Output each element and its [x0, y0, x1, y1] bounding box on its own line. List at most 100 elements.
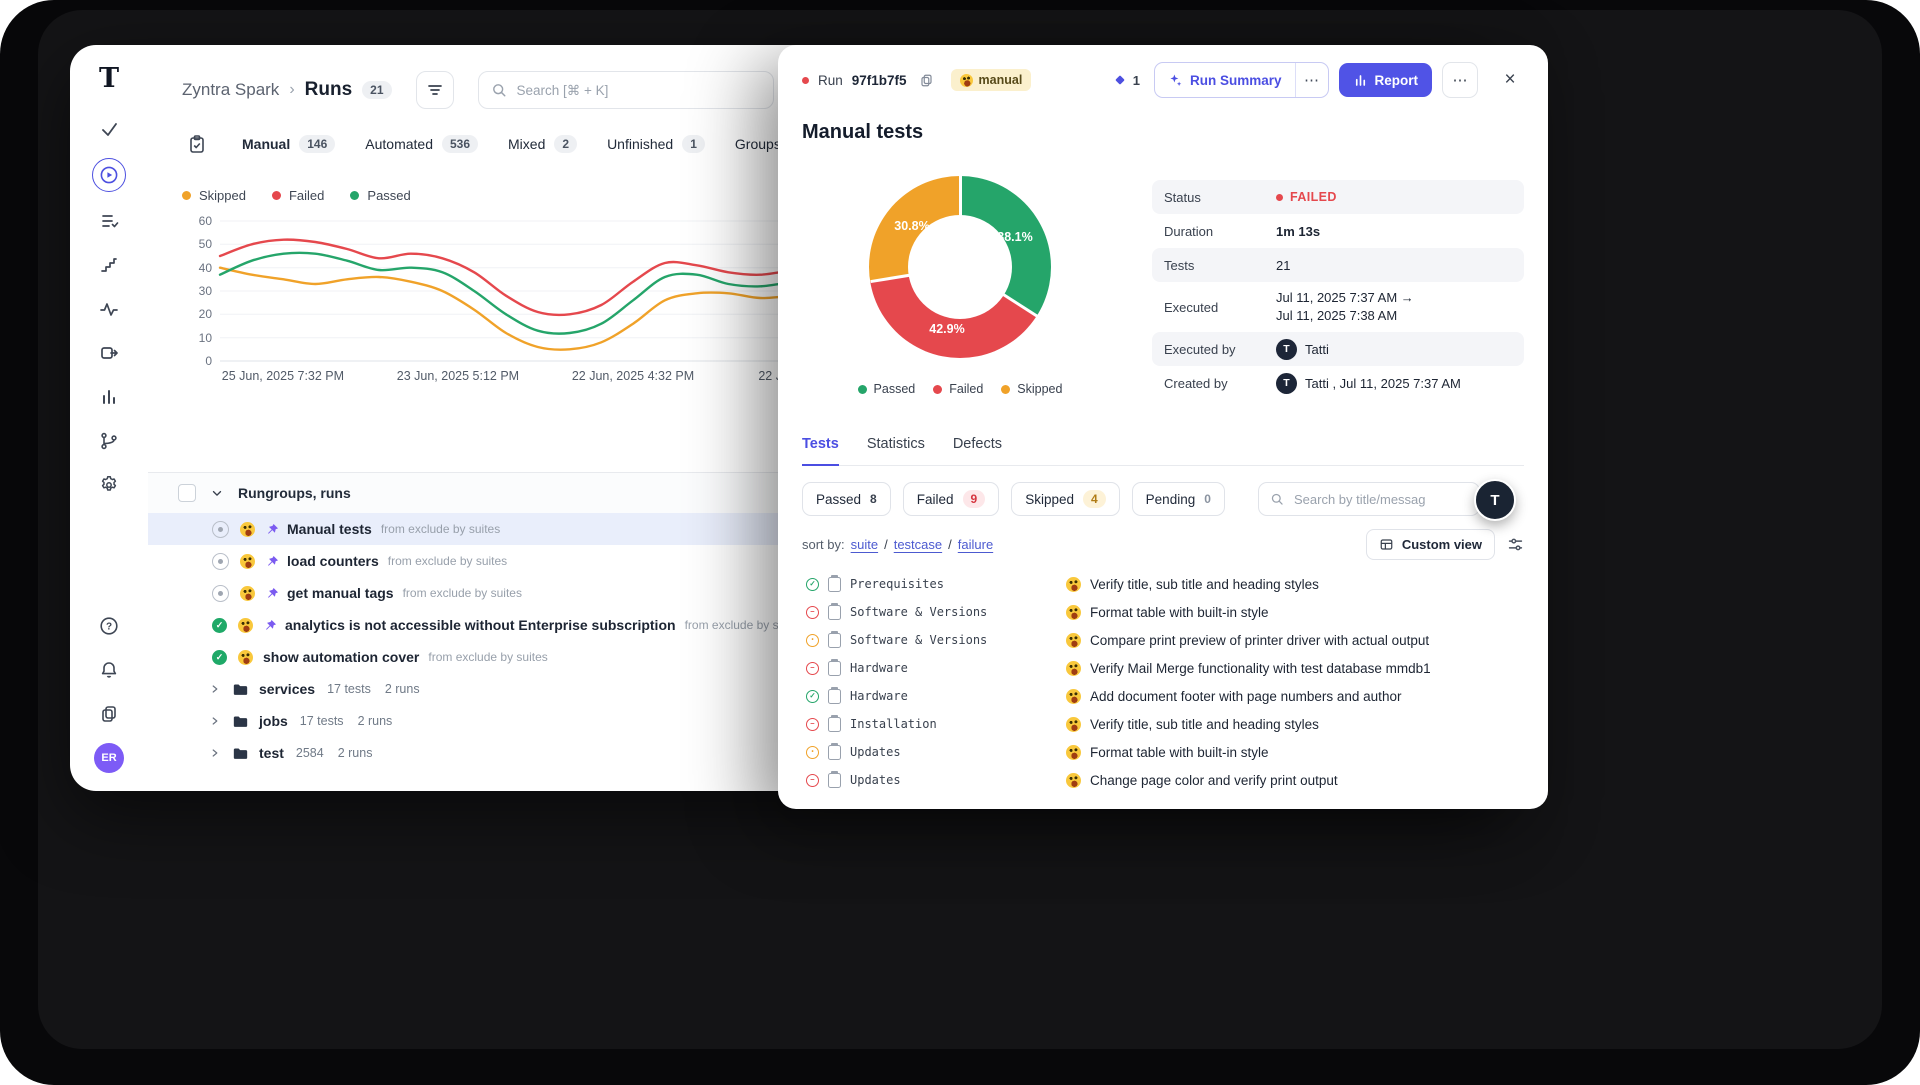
case-cell[interactable]: Verify title, sub title and heading styl… [1058, 717, 1319, 732]
chevron-right-icon[interactable] [208, 715, 222, 727]
tests-search[interactable] [1258, 482, 1480, 516]
zany-face-emoji [240, 586, 255, 601]
tab-automated[interactable]: Automated536 [365, 135, 478, 153]
tab-unfinished[interactable]: Unfinished1 [607, 135, 705, 153]
legend-skipped[interactable]: Skipped [182, 188, 246, 203]
chip-pending[interactable]: Pending0 [1132, 482, 1225, 516]
zany-face-emoji [1066, 577, 1081, 592]
chevron-right-icon[interactable] [208, 747, 222, 759]
test-row[interactable]: Software & Versions Compare print previe… [802, 626, 1524, 654]
tab-tests[interactable]: Tests [802, 436, 839, 466]
app-logo[interactable]: T [99, 63, 119, 94]
clipboard-icon [828, 773, 841, 788]
test-row[interactable]: Software & Versions Format table with bu… [802, 598, 1524, 626]
tests-search-input[interactable] [1292, 491, 1468, 508]
sort-link-failure[interactable]: failure [958, 537, 993, 552]
zany-face-emoji [1066, 633, 1081, 648]
avatar: T [1276, 373, 1297, 394]
export-icon[interactable] [94, 338, 124, 368]
chip-passed[interactable]: Passed8 [802, 482, 891, 516]
bar-chart-icon[interactable] [94, 382, 124, 412]
case-cell[interactable]: Format table with built-in style [1058, 605, 1269, 620]
test-row[interactable]: Hardware Add document footer with page n… [802, 682, 1524, 710]
copy-icon[interactable] [919, 73, 934, 88]
select-all-checkbox[interactable] [178, 484, 196, 502]
pin-icon[interactable] [265, 522, 279, 536]
tab-statistics[interactable]: Statistics [867, 436, 925, 465]
close-button[interactable]: × [1496, 66, 1524, 94]
legend-passed[interactable]: Passed [350, 188, 410, 203]
breadcrumb-brand[interactable]: Zyntra Spark [182, 80, 279, 100]
credits-indicator[interactable]: 1 [1113, 73, 1140, 88]
pages-icon[interactable] [94, 699, 124, 729]
legend-failed[interactable]: Failed [272, 188, 324, 203]
test-row[interactable]: Installation Verify title, sub title and… [802, 710, 1524, 738]
suite-cell: Updates [802, 773, 1058, 788]
y-tick: 50 [199, 238, 212, 250]
report-button[interactable]: Report [1339, 63, 1433, 97]
chevron-down-icon[interactable] [210, 486, 224, 500]
clipboard-icon [828, 661, 841, 676]
user-avatar[interactable]: ER [94, 743, 124, 773]
sliders-icon[interactable] [1507, 536, 1524, 553]
search-input[interactable] [515, 82, 761, 99]
passed-dot [350, 191, 359, 200]
clipboard-icon [828, 745, 841, 760]
assistant-widget-button[interactable]: T [1474, 479, 1516, 521]
more-options-button[interactable]: ⋯ [1442, 62, 1478, 98]
filter-chips-row: Passed8 Failed9 Skipped4 Pending0 T [802, 482, 1524, 516]
activity-icon[interactable] [94, 294, 124, 324]
bell-icon[interactable] [94, 655, 124, 685]
donut-slice-label: 42.9% [929, 322, 964, 336]
chevron-right-icon[interactable] [208, 683, 222, 695]
case-cell[interactable]: Verify Mail Merge functionality with tes… [1058, 661, 1431, 676]
run-from-label: from exclude by suites [381, 522, 500, 536]
test-row[interactable]: Updates Change page color and verify pri… [802, 766, 1524, 794]
steps-icon[interactable] [94, 250, 124, 280]
case-cell[interactable]: Compare print preview of printer driver … [1058, 633, 1429, 648]
case-cell[interactable]: Verify title, sub title and heading styl… [1058, 577, 1319, 592]
drawer-tabs: Tests Statistics Defects [802, 436, 1524, 466]
manual-tag[interactable]: manual [951, 69, 1032, 91]
run-title: Manual tests [287, 521, 372, 537]
passed-dot [858, 385, 867, 394]
tab-mixed[interactable]: Mixed2 [508, 135, 577, 153]
filter-button[interactable] [416, 71, 454, 109]
test-row[interactable]: Prerequisites Verify title, sub title an… [802, 570, 1524, 598]
sort-link-testcase[interactable]: testcase [894, 537, 942, 552]
branch-icon[interactable] [94, 426, 124, 456]
legend-passed: Passed [858, 382, 916, 396]
check-icon[interactable] [94, 114, 124, 144]
y-tick: 30 [199, 285, 212, 297]
runs-play-icon[interactable] [92, 158, 126, 192]
gear-icon[interactable] [94, 470, 124, 500]
chip-skipped[interactable]: Skipped4 [1011, 482, 1119, 516]
test-row[interactable]: Hardware Verify Mail Merge functionality… [802, 654, 1524, 682]
case-cell[interactable]: Change page color and verify print outpu… [1058, 773, 1338, 788]
case-cell[interactable]: Add document footer with page numbers an… [1058, 689, 1401, 704]
legend-skipped: Skipped [1001, 382, 1062, 396]
summary-more-button[interactable]: ⋯ [1296, 63, 1328, 97]
run-summary-group: Run Summary ⋯ [1154, 62, 1329, 98]
info-row-executed-by: Executed by TTatti [1152, 332, 1524, 366]
custom-view-button[interactable]: Custom view [1366, 529, 1495, 560]
pin-icon[interactable] [265, 586, 279, 600]
help-icon[interactable]: ? [94, 611, 124, 641]
pin-icon[interactable] [265, 554, 279, 568]
tab-manual[interactable]: Manual146 [242, 135, 335, 153]
folder-name: services [259, 681, 315, 697]
chart-x-axis: 25 Jun, 2025 7:32 PM23 Jun, 2025 5:12 PM… [220, 369, 792, 389]
suite-cell: Updates [802, 745, 1058, 760]
pin-icon[interactable] [263, 618, 277, 632]
tab-defects[interactable]: Defects [953, 436, 1002, 465]
global-search[interactable] [478, 71, 774, 109]
zany-face-emoji [1066, 605, 1081, 620]
run-status-icon [212, 618, 227, 633]
chip-failed[interactable]: Failed9 [903, 482, 999, 516]
test-row[interactable]: Updates Format table with built-in style [802, 738, 1524, 766]
run-summary-button[interactable]: Run Summary [1155, 63, 1295, 97]
case-cell[interactable]: Format table with built-in style [1058, 745, 1269, 760]
checklist-icon[interactable] [94, 206, 124, 236]
zany-face-emoji [240, 554, 255, 569]
sort-link-suite[interactable]: suite [851, 537, 878, 552]
